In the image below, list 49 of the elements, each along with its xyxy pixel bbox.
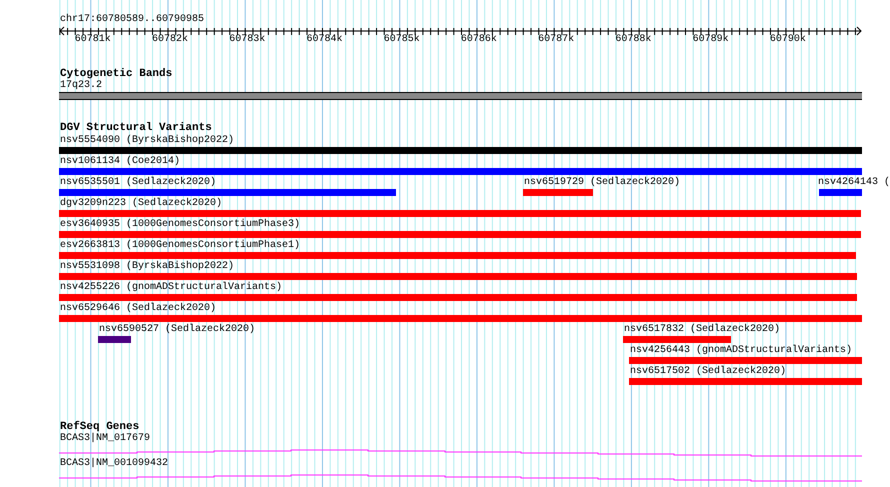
ruler-tick-label: 60787k bbox=[538, 34, 574, 46]
variant-bar[interactable] bbox=[59, 252, 856, 259]
location-label: chr17:60780589..60790985 bbox=[59, 14, 206, 26]
variant-label: nsv6517502 (Sedlazeck2020) bbox=[629, 366, 786, 378]
ruler-tick-label: 60781k bbox=[74, 34, 111, 46]
variant-label: nsv6517832 (Sedlazeck2020) bbox=[623, 324, 780, 336]
variant-label: nsv1061134 (Coe2014) bbox=[59, 156, 180, 168]
variant-bar[interactable] bbox=[59, 210, 861, 217]
ruler-tick-label: 60782k bbox=[152, 34, 188, 46]
variant-label: nsv5554090 (ByrskaBishop2022) bbox=[59, 135, 234, 147]
ruler-tick-label: 60786k bbox=[460, 34, 497, 46]
variant-bar[interactable] bbox=[59, 315, 862, 322]
ruler-tick-label: 60788k bbox=[615, 34, 652, 46]
track-title: RefSeq Genes bbox=[59, 421, 140, 433]
ruler-tick-label: 60789k bbox=[692, 34, 729, 46]
variant-bar[interactable] bbox=[629, 378, 862, 385]
transcript-label: BCAS3|NM_001099432 bbox=[59, 458, 168, 470]
variant-bar[interactable] bbox=[59, 273, 857, 280]
variant-label: nsv4264143 ( bbox=[817, 177, 890, 189]
variant-bar[interactable] bbox=[59, 231, 861, 238]
variant-bar[interactable] bbox=[59, 147, 862, 154]
variant-bar[interactable] bbox=[98, 336, 131, 343]
variant-label: nsv6529646 (Sedlazeck2020) bbox=[59, 303, 216, 315]
variant-bar[interactable] bbox=[59, 294, 857, 301]
band-label: 17q23.2 bbox=[59, 80, 102, 92]
gene-model-drawing[interactable] bbox=[59, 474, 862, 482]
ruler-tick-label: 60783k bbox=[229, 34, 266, 46]
track-title: DGV Structural Variants bbox=[59, 122, 213, 134]
variant-label: nsv6535501 (Sedlazeck2020) bbox=[59, 177, 216, 189]
variant-bar[interactable] bbox=[623, 336, 731, 343]
variant-label: esv2663813 (1000GenomesConsortiumPhase1) bbox=[59, 240, 300, 252]
variant-label: nsv5531098 (ByrskaBishop2022) bbox=[59, 261, 234, 273]
ruler-tick-label: 60785k bbox=[384, 34, 420, 46]
variant-bar[interactable] bbox=[59, 168, 862, 175]
variant-bar[interactable] bbox=[59, 189, 396, 196]
ruler-tick-label: 60790k bbox=[770, 34, 806, 46]
variant-bar[interactable] bbox=[819, 189, 862, 196]
ruler-tick-label: 60784k bbox=[306, 34, 342, 46]
transcript-label: BCAS3|NM_017679 bbox=[59, 433, 150, 445]
variant-label: nsv6590527 (Sedlazeck2020) bbox=[98, 324, 256, 336]
variant-bar[interactable] bbox=[629, 357, 862, 364]
variant-label: nsv4255226 (gnomADStructuralVariants) bbox=[59, 282, 282, 294]
variant-label: esv3640935 (1000GenomesConsortiumPhase3) bbox=[59, 219, 300, 231]
variant-bar[interactable] bbox=[523, 189, 593, 196]
track-title: Cytogenetic Bands bbox=[59, 68, 174, 80]
gene-model-drawing[interactable] bbox=[59, 450, 862, 456]
variant-label: dgv3209n223 (Sedlazeck2020) bbox=[59, 198, 222, 210]
variant-label: nsv6519729 (Sedlazeck2020) bbox=[523, 177, 680, 189]
variant-label: nsv4256443 (gnomADStructuralVariants) bbox=[629, 345, 852, 357]
